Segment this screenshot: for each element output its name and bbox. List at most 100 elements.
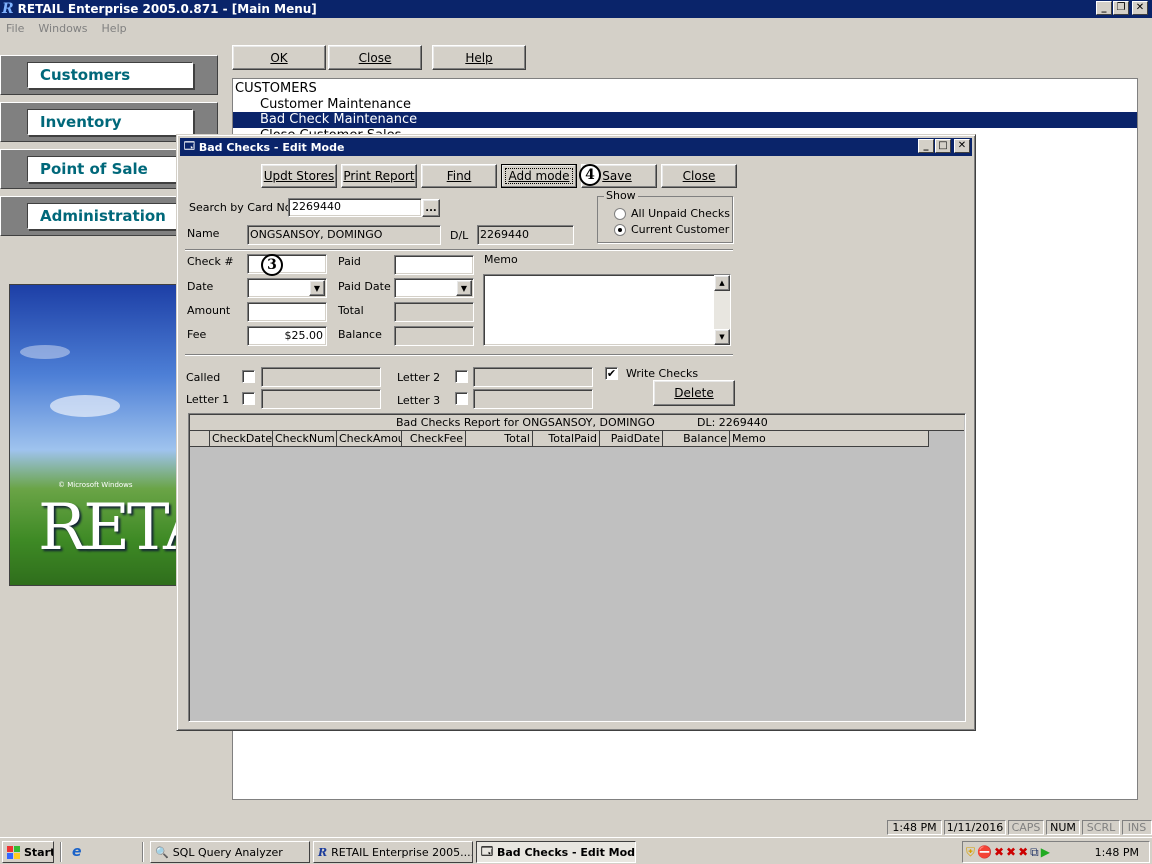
balance-field: [394, 326, 474, 346]
menu-help[interactable]: Help: [102, 22, 127, 35]
close-icon[interactable]: ✕: [1132, 1, 1148, 15]
scroll-down-icon[interactable]: ▼: [714, 329, 730, 345]
start-button[interactable]: Start: [2, 841, 54, 863]
memo-scrollbar[interactable]: ▲ ▼: [714, 275, 730, 345]
ok-button[interactable]: OK: [232, 45, 326, 70]
amount-input[interactable]: [247, 302, 327, 322]
column-header[interactable]: Memo: [730, 431, 929, 447]
main-window-title: RETAIL Enterprise 2005.0.871 - [Main Men…: [17, 2, 317, 16]
paid-date-dropdown-icon[interactable]: ▼: [456, 280, 472, 296]
write-checks-checkbox[interactable]: ✔: [605, 367, 618, 380]
column-header[interactable]: TotalPaid: [533, 431, 600, 447]
status-caps: CAPS: [1008, 820, 1044, 835]
date-dropdown-icon[interactable]: ▼: [309, 280, 325, 296]
dialog-maximize-icon[interactable]: □: [935, 139, 951, 153]
memo-textarea[interactable]: ▲ ▼: [483, 274, 731, 346]
check-number-label: Check #: [187, 255, 234, 268]
quick-launch-separator: [142, 842, 144, 862]
column-header[interactable]: CheckFee: [402, 431, 466, 447]
show-current-customer-radio[interactable]: Current Customer: [614, 223, 729, 236]
network-error-icon[interactable]: ✖: [994, 845, 1004, 859]
date-select[interactable]: ▼: [247, 278, 327, 298]
menu-file[interactable]: File: [6, 22, 24, 35]
status-ins: INS: [1122, 820, 1152, 835]
checkmark-icon: ✔: [606, 367, 617, 380]
close-button[interactable]: Close: [328, 45, 422, 70]
menu-bar: File Windows Help: [0, 19, 1152, 37]
status-bar: 1:48 PM 1/11/2016 CAPS NUM SCRL INS: [0, 820, 1152, 836]
network-error-icon[interactable]: ✖: [1006, 845, 1016, 859]
help-button[interactable]: Help: [432, 45, 526, 70]
letter3-field: [473, 389, 593, 409]
ie-icon[interactable]: e: [72, 844, 82, 860]
name-label: Name: [187, 227, 220, 240]
search-label: Search by Card No.: [189, 201, 295, 214]
nav-customers[interactable]: Customers: [0, 55, 218, 95]
letter2-checkbox[interactable]: [455, 370, 468, 383]
delete-button[interactable]: Delete: [653, 380, 735, 406]
nav-inventory-label: Inventory: [27, 109, 193, 135]
called-checkbox[interactable]: [242, 370, 255, 383]
total-label: Total: [338, 304, 364, 317]
report-dl: DL: 2269440: [697, 416, 768, 429]
report-column-headers: CheckDate CheckNum CheckAmou CheckFee To…: [190, 431, 930, 447]
splash-small-text: © Microsoft Windows: [58, 481, 133, 489]
shield-icon[interactable]: ⛨: [966, 845, 975, 860]
restore-icon[interactable]: ❐: [1113, 1, 1129, 15]
find-button[interactable]: Find: [421, 164, 497, 188]
called-field: [261, 367, 381, 387]
column-header[interactable]: CheckNum: [273, 431, 337, 447]
fee-label: Fee: [187, 328, 207, 341]
status-date: 1/11/2016: [944, 820, 1006, 835]
task-retail-enterprise[interactable]: R RETAIL Enterprise 2005....: [313, 841, 473, 863]
amount-label: Amount: [187, 304, 231, 317]
no-entry-icon[interactable]: ⛔: [977, 845, 992, 859]
updt-stores-button[interactable]: Updt Stores: [261, 164, 337, 188]
scroll-up-icon[interactable]: ▲: [714, 275, 730, 291]
print-report-button[interactable]: Print Report: [341, 164, 417, 188]
fee-input[interactable]: $25.00: [247, 326, 327, 346]
menu-list-item-selected[interactable]: Bad Check Maintenance: [233, 112, 1137, 128]
column-header[interactable]: PaidDate: [600, 431, 663, 447]
date-label: Date: [187, 280, 214, 293]
task-bad-checks-active[interactable]: 🗔 Bad Checks - Edit Mode: [476, 841, 636, 863]
radio-selected-icon: [614, 223, 626, 236]
media-icon[interactable]: ▶: [1041, 845, 1050, 859]
menu-list-heading: CUSTOMERS: [235, 81, 317, 96]
dialog-close-icon[interactable]: ✕: [954, 139, 970, 153]
dialog-close-button[interactable]: Close: [661, 164, 737, 188]
column-header[interactable]: Balance: [663, 431, 730, 447]
paid-input[interactable]: [394, 255, 474, 275]
dialog-minimize-icon[interactable]: _: [918, 139, 934, 153]
letter1-label: Letter 1: [186, 393, 230, 406]
letter1-checkbox[interactable]: [242, 392, 255, 405]
report-title-bar: Bad Checks Report for ONGSANSOY, DOMINGO…: [190, 415, 964, 431]
task-sql-query-analyzer[interactable]: 🔍 SQL Query Analyzer: [150, 841, 310, 863]
network-icon[interactable]: ⧉: [1030, 845, 1039, 860]
column-header[interactable]: CheckDate: [210, 431, 273, 447]
callout-save: 4: [579, 164, 601, 186]
row-selector-header: [190, 431, 210, 447]
letter3-checkbox[interactable]: [455, 392, 468, 405]
nav-pos-label: Point of Sale: [27, 156, 193, 182]
show-all-unpaid-radio[interactable]: All Unpaid Checks: [614, 207, 730, 220]
windows-logo-icon: [7, 845, 20, 859]
column-header[interactable]: Total: [466, 431, 533, 447]
app-logo-icon: R: [2, 1, 14, 17]
show-group: Show All Unpaid Checks Current Customer: [597, 189, 733, 243]
minimize-icon[interactable]: _: [1096, 1, 1112, 15]
splash-image: © Microsoft Windows RETAIL: [9, 284, 179, 586]
letter2-label: Letter 2: [397, 371, 441, 384]
dialog-title-bar: 🗔 Bad Checks - Edit Mode _ □ ✕: [180, 138, 972, 156]
search-browse-button[interactable]: ...: [422, 199, 440, 217]
menu-list-item[interactable]: Customer Maintenance: [260, 97, 411, 112]
add-mode-button[interactable]: Add mode: [501, 164, 577, 188]
check-number-input[interactable]: [247, 254, 327, 274]
search-card-input[interactable]: 2269440: [288, 198, 422, 217]
column-header[interactable]: CheckAmou: [337, 431, 402, 447]
dl-field: 2269440: [477, 225, 574, 245]
menu-windows[interactable]: Windows: [38, 22, 87, 35]
paid-date-select[interactable]: ▼: [394, 278, 474, 298]
network-error-icon[interactable]: ✖: [1018, 845, 1028, 859]
write-checks-label: Write Checks: [626, 367, 699, 380]
